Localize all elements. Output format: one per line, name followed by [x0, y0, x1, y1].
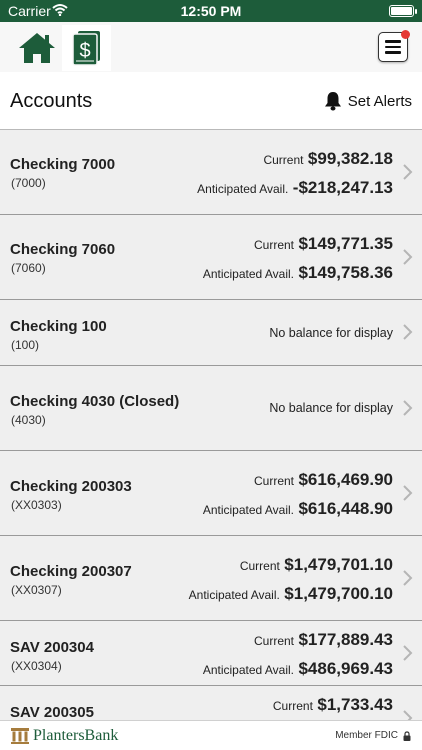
account-name: Checking 200307: [10, 563, 132, 580]
home-icon: [18, 33, 55, 63]
anticipated-balance: Anticipated Avail. -$218,247.13: [197, 178, 393, 198]
current-label: Current: [253, 238, 294, 252]
current-amount: $177,889.43: [298, 630, 393, 649]
top-nav: $: [0, 22, 422, 72]
current-balance: Current $1,479,701.10: [240, 555, 393, 575]
current-amount: $99,382.18: [307, 149, 393, 168]
account-name: Checking 200303: [10, 478, 132, 495]
anticipated-balance: Anticipated Avail. $486,969.43: [203, 659, 393, 679]
battery-tip: [415, 9, 417, 14]
current-amount: $1,733.43: [317, 695, 393, 714]
notification-dot: [401, 30, 410, 39]
anticipated-label: Anticipated Avail.: [202, 503, 294, 517]
account-number: (7060): [11, 261, 46, 275]
anticipated-balance: Anticipated Avail. $1,479,700.10: [189, 584, 393, 604]
current-amount: $149,771.35: [298, 234, 393, 253]
account-row[interactable]: Checking 200307 (XX0307) Current $1,479,…: [0, 536, 422, 621]
account-number: (7000): [11, 176, 46, 190]
fdic-notice: Member FDIC: [335, 730, 411, 741]
bank-logo: PlantersBank: [10, 727, 118, 745]
anticipated-label: Anticipated Avail.: [197, 182, 289, 196]
anticipated-amount: $616,448.90: [298, 499, 393, 518]
hamburger-menu-icon: [385, 40, 401, 43]
account-name: SAV 200304: [10, 639, 94, 656]
current-label: Current: [272, 699, 313, 713]
svg-text:$: $: [79, 40, 90, 62]
footer: PlantersBank Member FDIC: [0, 720, 422, 750]
anticipated-balance: Anticipated Avail. $149,758.36: [203, 263, 393, 283]
current-balance: Current $616,469.90: [254, 470, 393, 490]
account-name: Checking 4030 (Closed): [10, 393, 180, 410]
chevron-right-icon: [403, 164, 413, 180]
account-row[interactable]: SAV 200304 (XX0304) Current $177,889.43 …: [0, 621, 422, 686]
chevron-right-icon: [403, 570, 413, 586]
accounts-header: Accounts Set Alerts: [0, 72, 422, 130]
current-balance: Current $177,889.43: [254, 630, 393, 650]
hamburger-menu-icon-bar: [385, 45, 401, 49]
account-name: Checking 100: [10, 318, 107, 335]
anticipated-label: Anticipated Avail.: [202, 663, 294, 677]
accounts-tab[interactable]: $: [62, 25, 111, 71]
status-bar: Carrier 12:50 PM: [0, 0, 422, 22]
bank-column-logo-icon: [11, 728, 29, 744]
account-number: (4030): [11, 413, 46, 427]
battery-icon: [389, 5, 414, 17]
current-label: Current: [239, 559, 280, 573]
account-name: Checking 7000: [10, 156, 116, 173]
account-row[interactable]: Checking 200303 (XX0303) Current $616,46…: [0, 451, 422, 536]
status-time: 12:50 PM: [180, 3, 242, 19]
anticipated-amount: $486,969.43: [298, 659, 393, 678]
no-balance-text: No balance for display: [269, 326, 393, 340]
account-row[interactable]: Checking 4030 (Closed) (4030) No balance…: [0, 366, 422, 451]
hamburger-menu-icon-bar: [385, 51, 401, 54]
chevron-right-icon: [403, 324, 413, 340]
account-name: Checking 7060: [10, 241, 116, 258]
account-number: (100): [11, 338, 40, 352]
account-row[interactable]: Checking 7000 (7000) Current $99,382.18 …: [0, 130, 422, 215]
anticipated-amount: -$218,247.13: [292, 178, 393, 197]
home-tab[interactable]: [12, 25, 61, 71]
account-row[interactable]: Checking 7060 (7060) Current $149,771.35…: [0, 215, 422, 300]
current-balance: Current $99,382.18: [263, 149, 393, 169]
account-row[interactable]: SAV 200305 Current $1,733.43: [0, 686, 422, 720]
chevron-right-icon: [403, 400, 413, 416]
chevron-right-icon: [403, 249, 413, 265]
anticipated-amount: $149,758.36: [298, 263, 393, 282]
chevron-right-icon: [403, 710, 413, 720]
chevron-right-icon: [403, 485, 413, 501]
set-alerts-label: Set Alerts: [347, 92, 412, 110]
current-balance: Current $149,771.35: [254, 234, 393, 254]
current-label: Current: [253, 634, 294, 648]
accounts-list: Checking 7000 (7000) Current $99,382.18 …: [0, 130, 422, 720]
set-alerts-button[interactable]: Set Alerts: [324, 91, 412, 111]
current-label: Current: [263, 153, 304, 167]
anticipated-label: Anticipated Avail.: [188, 588, 280, 602]
current-balance: Current $1,733.43: [273, 695, 393, 715]
current-label: Current: [253, 474, 294, 488]
page-title: Accounts: [10, 90, 93, 112]
fdic-label: Member FDIC: [335, 730, 398, 741]
account-number: (XX0304): [11, 659, 62, 673]
account-row[interactable]: Checking 100 (100) No balance for displa…: [0, 300, 422, 366]
anticipated-balance: Anticipated Avail. $616,448.90: [203, 499, 393, 519]
account-number: (XX0303): [11, 498, 62, 512]
current-amount: $616,469.90: [298, 470, 393, 489]
chevron-right-icon: [403, 645, 413, 661]
bell-icon: [324, 92, 341, 111]
bank-name: PlantersBank: [33, 727, 119, 744]
lock-icon: [403, 730, 411, 741]
anticipated-label: Anticipated Avail.: [202, 267, 294, 281]
account-number: (XX0307): [11, 583, 62, 597]
current-amount: $1,479,701.10: [284, 555, 393, 574]
no-balance-text: No balance for display: [269, 401, 393, 415]
dollar-document-icon: $: [71, 31, 100, 66]
account-name: SAV 200305: [10, 704, 94, 720]
anticipated-amount: $1,479,700.10: [284, 584, 393, 603]
